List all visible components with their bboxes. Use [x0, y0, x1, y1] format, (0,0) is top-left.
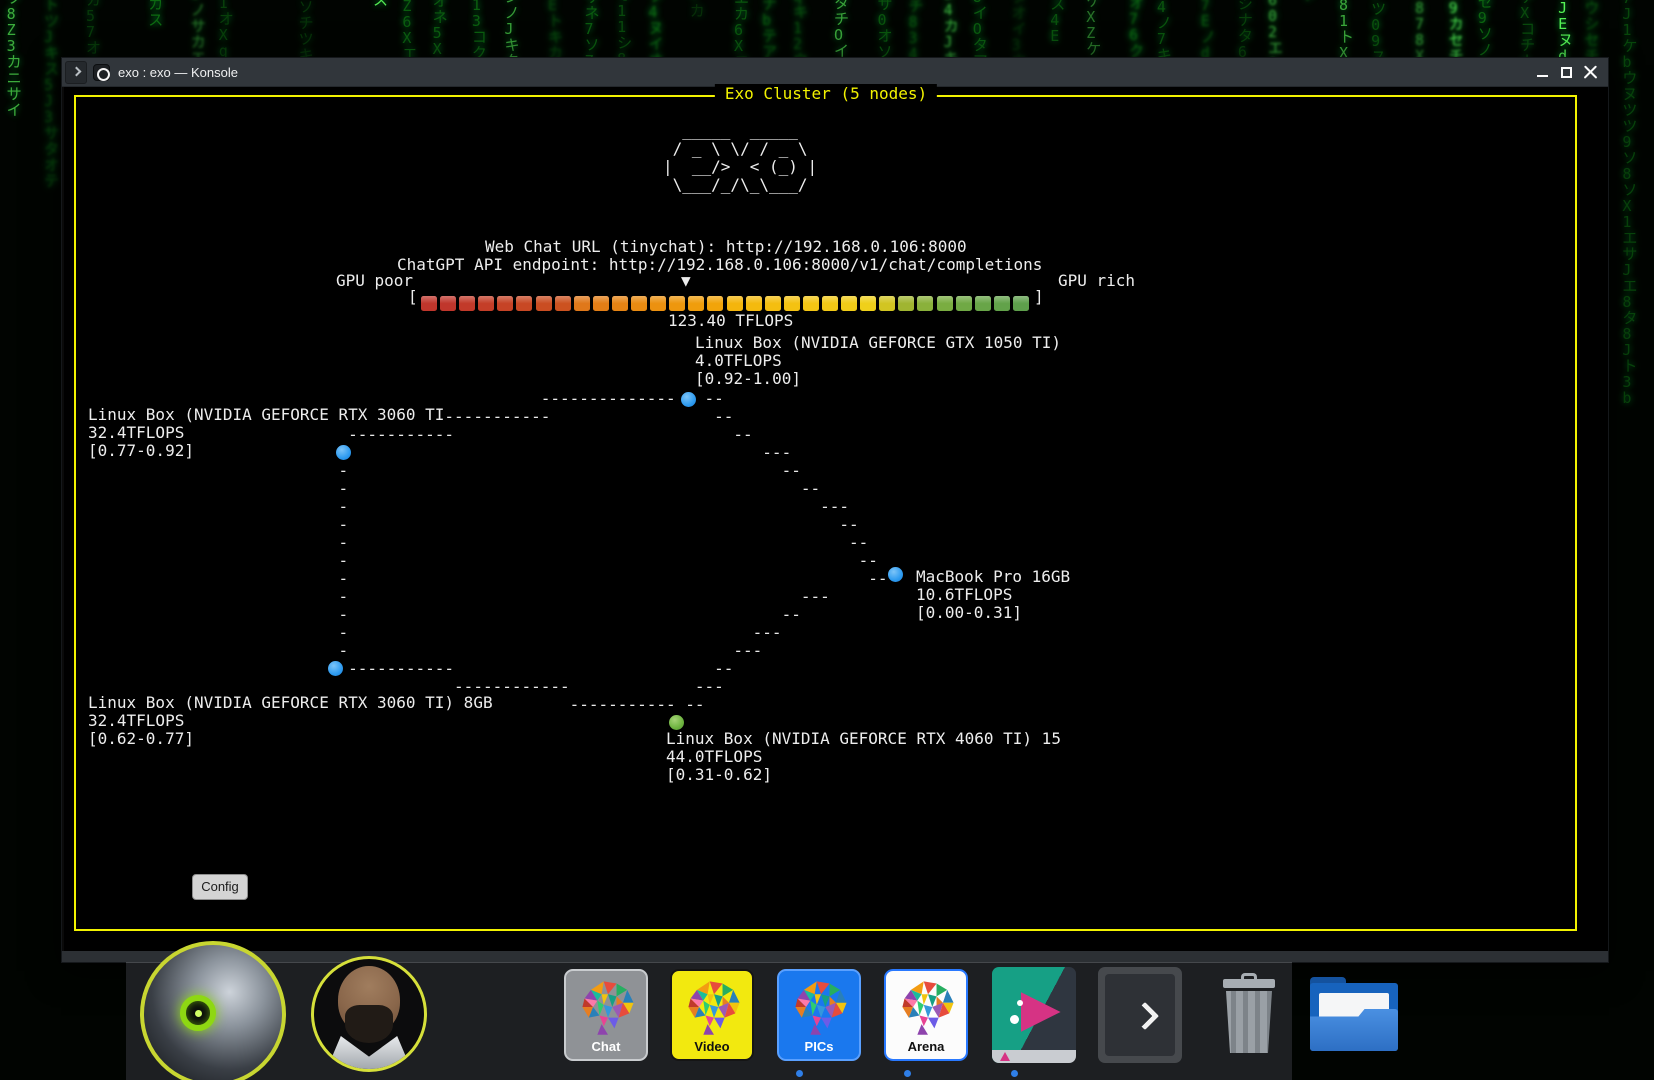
window-titlebar[interactable]: exo : exo — Konsole: [62, 58, 1608, 87]
terminal-viewport[interactable]: [64, 87, 1608, 953]
dot-decoration: [1010, 1015, 1019, 1024]
dock-panel: Chat Video PICs Arena: [126, 962, 1292, 1080]
dock-item-file-manager[interactable]: [1310, 977, 1398, 1051]
dock-item-label: Arena: [908, 1037, 945, 1059]
konsole-app-icon: [93, 64, 110, 81]
running-indicator-dot: [904, 1070, 911, 1077]
trash-lid-icon: [1223, 979, 1275, 988]
maximize-button[interactable]: [1559, 65, 1574, 80]
window-bottom-frame: [62, 951, 1608, 962]
minimize-button[interactable]: [1535, 65, 1550, 80]
brain-icon: [896, 975, 960, 1039]
dock-item-media-app[interactable]: [992, 967, 1076, 1063]
dock-item-trash[interactable]: [1219, 973, 1279, 1057]
terminal-tab-icon[interactable]: [65, 61, 87, 84]
robot-eye-icon: [180, 995, 216, 1031]
konsole-window: exo : exo — Konsole: [61, 57, 1609, 963]
trash-body-icon: [1224, 991, 1274, 1053]
dock-item-terminal[interactable]: [1098, 967, 1182, 1063]
dock-item-label: Chat: [592, 1037, 621, 1059]
dock-item-person-avatar[interactable]: [311, 956, 427, 1072]
window-title: exo : exo — Konsole: [118, 65, 238, 80]
magenta-triangle-icon: [1021, 992, 1061, 1032]
running-indicator-dot: [1011, 1070, 1018, 1077]
dock-item-pics[interactable]: PICs: [777, 969, 861, 1061]
avatar-beard: [345, 1005, 393, 1042]
terminal-icon: [1105, 974, 1175, 1056]
chevron-right-icon: [72, 66, 82, 76]
dock-item-robot-avatar[interactable]: [140, 941, 286, 1080]
close-button[interactable]: [1583, 65, 1598, 80]
dock-item-label: PICs: [805, 1037, 834, 1059]
chevron-right-icon: [1131, 1002, 1159, 1030]
dock-item-label: Video: [694, 1037, 729, 1059]
brain-icon: [789, 975, 853, 1039]
brain-icon: [576, 975, 640, 1039]
dock-item-chat[interactable]: Chat: [564, 969, 648, 1061]
dot-decoration: [1017, 1000, 1023, 1006]
dock-item-video[interactable]: Video: [670, 969, 754, 1061]
config-button[interactable]: Config: [192, 874, 248, 900]
running-indicator-dot: [796, 1070, 803, 1077]
brain-icon: [682, 975, 746, 1039]
dock-item-arena[interactable]: Arena: [884, 969, 968, 1061]
